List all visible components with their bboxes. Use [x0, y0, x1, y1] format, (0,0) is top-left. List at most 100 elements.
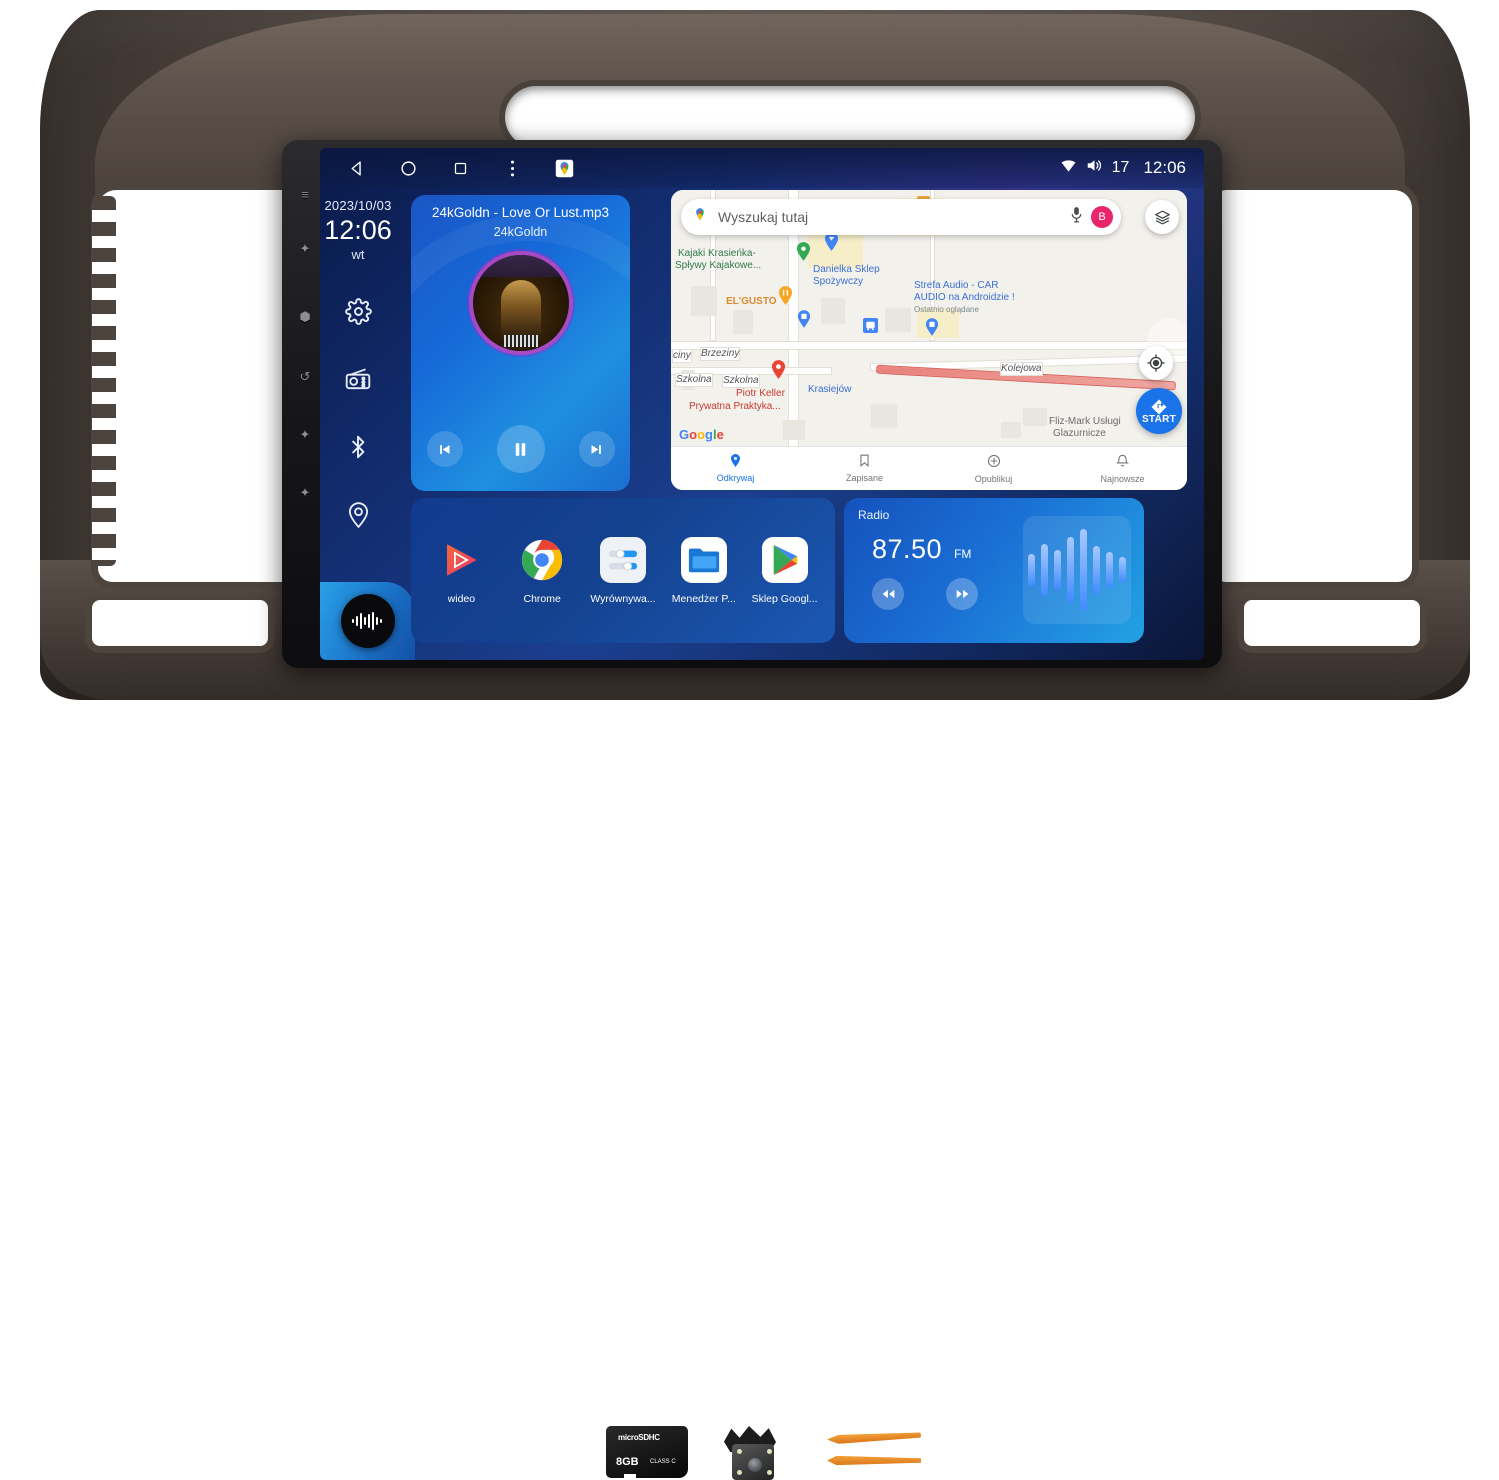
map-label: Szkolna	[676, 374, 712, 386]
map-search-bar[interactable]: Wyszukaj tutaj B	[681, 199, 1121, 235]
gear-icon[interactable]	[343, 296, 373, 326]
location-pin-icon[interactable]	[343, 500, 373, 530]
app-shortcut-video[interactable]: wideo	[423, 537, 499, 605]
map-label: EL'GUSTO	[726, 296, 777, 307]
my-location-button[interactable]	[1139, 346, 1173, 380]
map-nav-contribute[interactable]: Opublikuj	[929, 454, 1058, 484]
file-manager-icon[interactable]	[680, 536, 727, 583]
map-label: Strefa Audio - CAR	[914, 280, 999, 291]
app-shortcut-play-store[interactable]: Sklep Googl...	[747, 536, 823, 605]
google-maps-icon[interactable]	[553, 157, 575, 179]
app-shortcut-equalizer[interactable]: Wyrównywa...	[585, 536, 661, 605]
next-track-button[interactable]	[578, 431, 615, 467]
dash-tray-right	[1244, 600, 1420, 646]
microsd-card: microSDHC 8GB CLASS C	[606, 1426, 688, 1479]
pry-tool-upper	[827, 1431, 921, 1445]
radio-seek-up-button[interactable]	[946, 578, 978, 610]
radio-widget[interactable]: Radio 87.50 FM	[844, 498, 1144, 643]
back-icon[interactable]	[345, 157, 367, 179]
media-player-widget[interactable]: 24kGoldn - Love Or Lust.mp3 24kGoldn	[411, 195, 630, 491]
map-pin-pharmacy[interactable]	[771, 360, 787, 380]
map-label: Ostatnio oglądane	[914, 305, 979, 314]
back-hw-button[interactable]: ↺	[292, 368, 318, 386]
google-maps-widget[interactable]: Kajaki Krasieńka- Spływy Kajakowe... Dan…	[671, 190, 1187, 490]
search-input[interactable]: Wyszukaj tutaj	[718, 209, 1069, 225]
hardware-button-strip[interactable]: ≡ ✦ ⬢ ↺ ✦ ✦	[290, 178, 322, 528]
dash-hood-slot	[505, 86, 1195, 148]
map-nav-saved[interactable]: Zapisane	[800, 454, 929, 483]
map-pin-blue-2[interactable]	[797, 310, 813, 330]
app-label: Wyrównywa...	[590, 592, 656, 605]
menu-hw-button[interactable]: ≡	[292, 186, 318, 204]
track-artist: 24kGoldn	[493, 225, 548, 239]
power-hw-button[interactable]: ✦	[292, 240, 318, 258]
volume-down-hw-button[interactable]: ✦	[292, 426, 318, 444]
app-label: wideo	[447, 592, 476, 605]
map-label: Spływy Kajakowe...	[675, 260, 762, 271]
dash-cutout-right	[1216, 190, 1412, 582]
bluetooth-icon[interactable]	[343, 432, 373, 462]
app-dock[interactable]: wideo Chrome Wyrównywa... Menedżer P... …	[411, 498, 835, 643]
chrome-icon[interactable]	[519, 537, 565, 583]
home-icon[interactable]	[397, 157, 419, 179]
volume-icon	[1085, 158, 1104, 178]
sidebar-items[interactable]	[343, 296, 373, 530]
start-navigation-button[interactable]: START	[1136, 388, 1182, 434]
overflow-menu-icon[interactable]	[501, 157, 523, 179]
album-art	[472, 255, 569, 351]
app-label: Menedżer P...	[671, 592, 736, 605]
app-label: Sklep Googl...	[751, 592, 818, 605]
radio-icon[interactable]	[343, 364, 373, 394]
map-label: Spożywczy	[813, 276, 864, 287]
app-shortcut-chrome[interactable]: Chrome	[504, 537, 580, 605]
map-pin-restaurant[interactable]	[778, 286, 794, 306]
dash-cutout-left	[98, 190, 294, 582]
avatar[interactable]: B	[1091, 206, 1113, 228]
dash-cutout-left-teeth	[92, 196, 116, 566]
map-pin-blue-1[interactable]	[824, 232, 840, 252]
map-pin-bus[interactable]	[863, 318, 879, 338]
map-nav-updates[interactable]: Najnowsze	[1058, 454, 1187, 484]
map-nav-label: Najnowsze	[1100, 473, 1145, 484]
home-hw-button[interactable]: ⬢	[292, 308, 318, 326]
volume-level: 17	[1111, 159, 1130, 176]
map-nav-explore[interactable]: Odkrywaj	[671, 454, 800, 483]
map-label: Danielka Sklep	[813, 264, 880, 275]
media-controls[interactable]	[411, 425, 630, 473]
previous-track-button[interactable]	[426, 431, 463, 467]
map-nav-label: Odkrywaj	[716, 473, 755, 483]
equalizer-icon[interactable]	[599, 536, 646, 583]
dash-tray-left	[92, 600, 268, 646]
map-pin-blue-3[interactable]	[925, 318, 941, 338]
included-accessories: microSDHC 8GB CLASS C	[0, 700, 1499, 1480]
navigation-bar[interactable]	[320, 157, 575, 179]
radio-visualizer	[1023, 516, 1131, 624]
track-title: 24kGoldn - Love Or Lust.mp3	[431, 205, 610, 220]
microphone-icon[interactable]	[1069, 206, 1084, 228]
video-player-icon[interactable]	[438, 537, 484, 583]
app-label: Chrome	[523, 592, 561, 605]
map-label: Kajaki Krasieńka-	[678, 248, 756, 259]
radio-frequency: 87.50	[872, 534, 943, 564]
radio-band: FM	[954, 547, 972, 561]
map-label: Piotr Keller	[736, 388, 785, 399]
volume-up-hw-button[interactable]: ✦	[292, 484, 318, 502]
left-sidebar[interactable]: 2023/10/03 12:06 wt	[320, 188, 396, 660]
status-bar: 17 12:06	[320, 148, 1204, 188]
radio-seek-down-button[interactable]	[872, 578, 904, 610]
play-pause-button[interactable]	[496, 425, 545, 473]
recents-icon[interactable]	[449, 157, 471, 179]
map-label: ciny	[673, 350, 691, 362]
sidebar-date: 2023/10/03	[324, 198, 392, 213]
android-head-unit-screen[interactable]: 17 12:06 2023/10/03 12:06 wt 24kGoldn - …	[320, 148, 1204, 660]
sd-capacity-label: 8GB	[616, 1456, 639, 1468]
rear-camera	[722, 1422, 780, 1480]
map-label: Kolejowa	[1001, 363, 1042, 375]
map-pin-green[interactable]	[796, 242, 812, 262]
map-canvas[interactable]: Kajaki Krasieńka- Spływy Kajakowe... Dan…	[671, 190, 1187, 490]
map-bottom-nav[interactable]: Odkrywaj Zapisane Opublikuj Najnowsze	[671, 446, 1187, 490]
layers-button[interactable]	[1145, 200, 1179, 234]
sd-class-label: CLASS C	[650, 1459, 676, 1465]
play-store-icon[interactable]	[761, 536, 808, 583]
app-shortcut-file-manager[interactable]: Menedżer P...	[666, 536, 742, 605]
